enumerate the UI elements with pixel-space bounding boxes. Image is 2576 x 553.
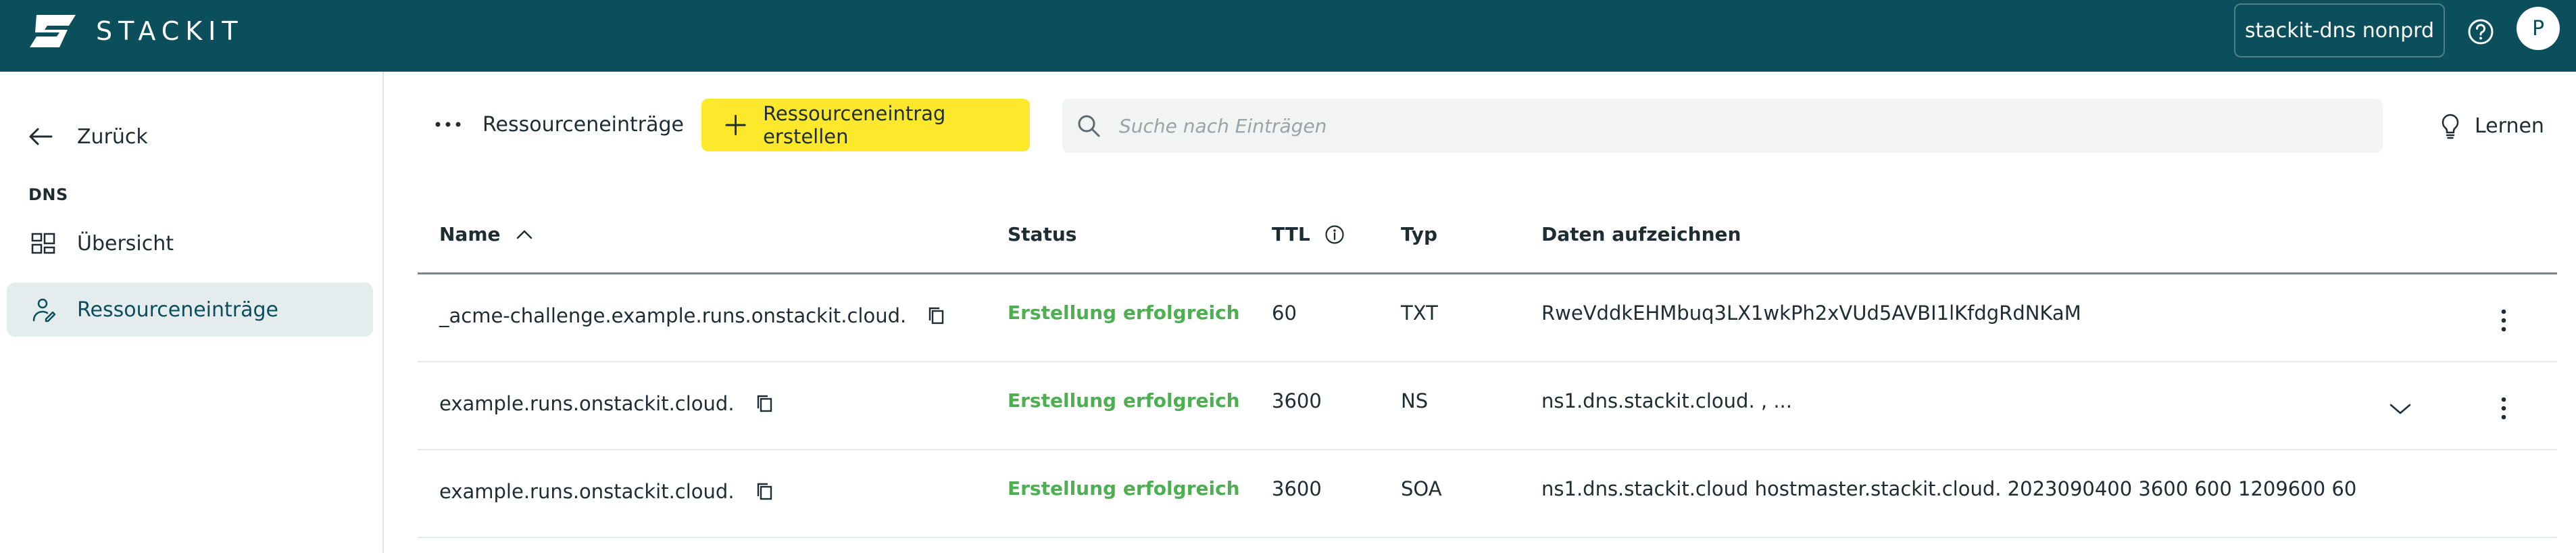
sidebar-item-overview[interactable]: Übersicht (7, 216, 373, 270)
records-icon (32, 298, 56, 322)
plus-icon (725, 114, 746, 136)
status-badge: Erstellung erfolgreich (1008, 477, 1240, 500)
copy-icon[interactable] (753, 392, 776, 415)
sort-ascending-icon[interactable] (514, 228, 535, 241)
column-header-type: Typ (1401, 223, 1438, 245)
record-name-cell: example.runs.onstackit.cloud. (439, 480, 776, 503)
record-name-cell: _acme-challenge.example.runs.onstackit.c… (439, 304, 948, 327)
create-record-label: Ressourceneintrag erstellen (763, 102, 946, 148)
records-menu[interactable]: Ressourceneinträge (432, 105, 684, 143)
learn-label: Lernen (2475, 114, 2544, 138)
sidebar-item-label: Ressourceneinträge (77, 297, 279, 322)
record-type: SOA (1401, 477, 1442, 500)
status-badge: Erstellung erfolgreich (1008, 389, 1240, 412)
record-data: ns1.dns.stackit.cloud. , ... (1541, 389, 1792, 412)
table-row: example.runs.onstackit.cloud. Erstellung… (418, 450, 2557, 538)
chevron-down-icon[interactable] (2388, 402, 2412, 416)
learn-link[interactable]: Lernen (2438, 107, 2544, 145)
table-row: example.runs.onstackit.cloud. Erstellung… (418, 362, 2557, 450)
record-name: example.runs.onstackit.cloud. (439, 392, 735, 415)
search-input[interactable] (1118, 114, 2334, 138)
record-name: example.runs.onstackit.cloud. (439, 480, 735, 503)
sidebar-item-label: Übersicht (77, 231, 174, 256)
logo-text: STACKIT (96, 16, 244, 46)
record-data: ns1.dns.stackit.cloud hostmaster.stackit… (1541, 477, 2357, 500)
back-link[interactable]: Zurück (27, 118, 148, 155)
more-vertical-icon[interactable] (2499, 307, 2508, 334)
back-label: Zurück (77, 124, 148, 149)
records-menu-label: Ressourceneinträge (482, 112, 685, 137)
table-row: _acme-challenge.example.runs.onstackit.c… (418, 274, 2557, 362)
record-type: NS (1401, 389, 1429, 412)
table-header: Name Status TTL Typ Daten aufzeichnen (418, 203, 2557, 274)
more-vertical-icon[interactable] (2499, 395, 2508, 422)
help-icon[interactable] (2467, 18, 2495, 46)
sidebar-item-records[interactable]: Ressourceneinträge (7, 283, 373, 337)
lightbulb-icon (2442, 114, 2459, 139)
search-icon (1078, 115, 1100, 137)
record-name-cell: example.runs.onstackit.cloud. (439, 392, 776, 415)
dashboard-icon (31, 233, 55, 254)
record-ttl: 60 (1272, 302, 1297, 324)
record-type: TXT (1401, 302, 1438, 324)
column-header-ttl: TTL (1272, 223, 1345, 245)
info-icon[interactable] (1324, 224, 1345, 245)
top-header: STACKIT stackit-dns nonprd P (0, 0, 2576, 72)
status-badge: Erstellung erfolgreich (1008, 302, 1240, 324)
records-table: Name Status TTL Typ Daten aufzeichnen _a… (418, 203, 2557, 538)
record-ttl: 3600 (1272, 477, 1322, 500)
copy-icon[interactable] (753, 480, 776, 503)
create-record-button[interactable]: Ressourceneintrag erstellen (701, 99, 1030, 151)
stackit-logo[interactable]: STACKIT (27, 12, 244, 50)
record-data: RweVddkEHMbuq3LX1wkPh2xVUd5AVBI1lKfdgRdN… (1541, 302, 2081, 324)
more-horizontal-icon (435, 122, 461, 127)
copy-icon[interactable] (925, 304, 948, 327)
record-name: _acme-challenge.example.runs.onstackit.c… (439, 304, 907, 327)
record-ttl: 3600 (1272, 389, 1322, 412)
user-avatar[interactable]: P (2517, 7, 2560, 50)
column-header-data: Daten aufzeichnen (1541, 223, 1741, 245)
column-header-status: Status (1008, 223, 1077, 245)
sidebar: Zurück DNS Übersicht Ressourceneinträge (0, 72, 384, 553)
search-bar[interactable] (1062, 99, 2383, 153)
sidebar-section-dns: DNS (28, 185, 68, 204)
project-selector-button[interactable]: stackit-dns nonprd (2234, 3, 2445, 57)
arrow-left-icon (29, 128, 53, 145)
stackit-logo-mark-icon (30, 15, 76, 47)
column-header-name[interactable]: Name (439, 223, 535, 245)
